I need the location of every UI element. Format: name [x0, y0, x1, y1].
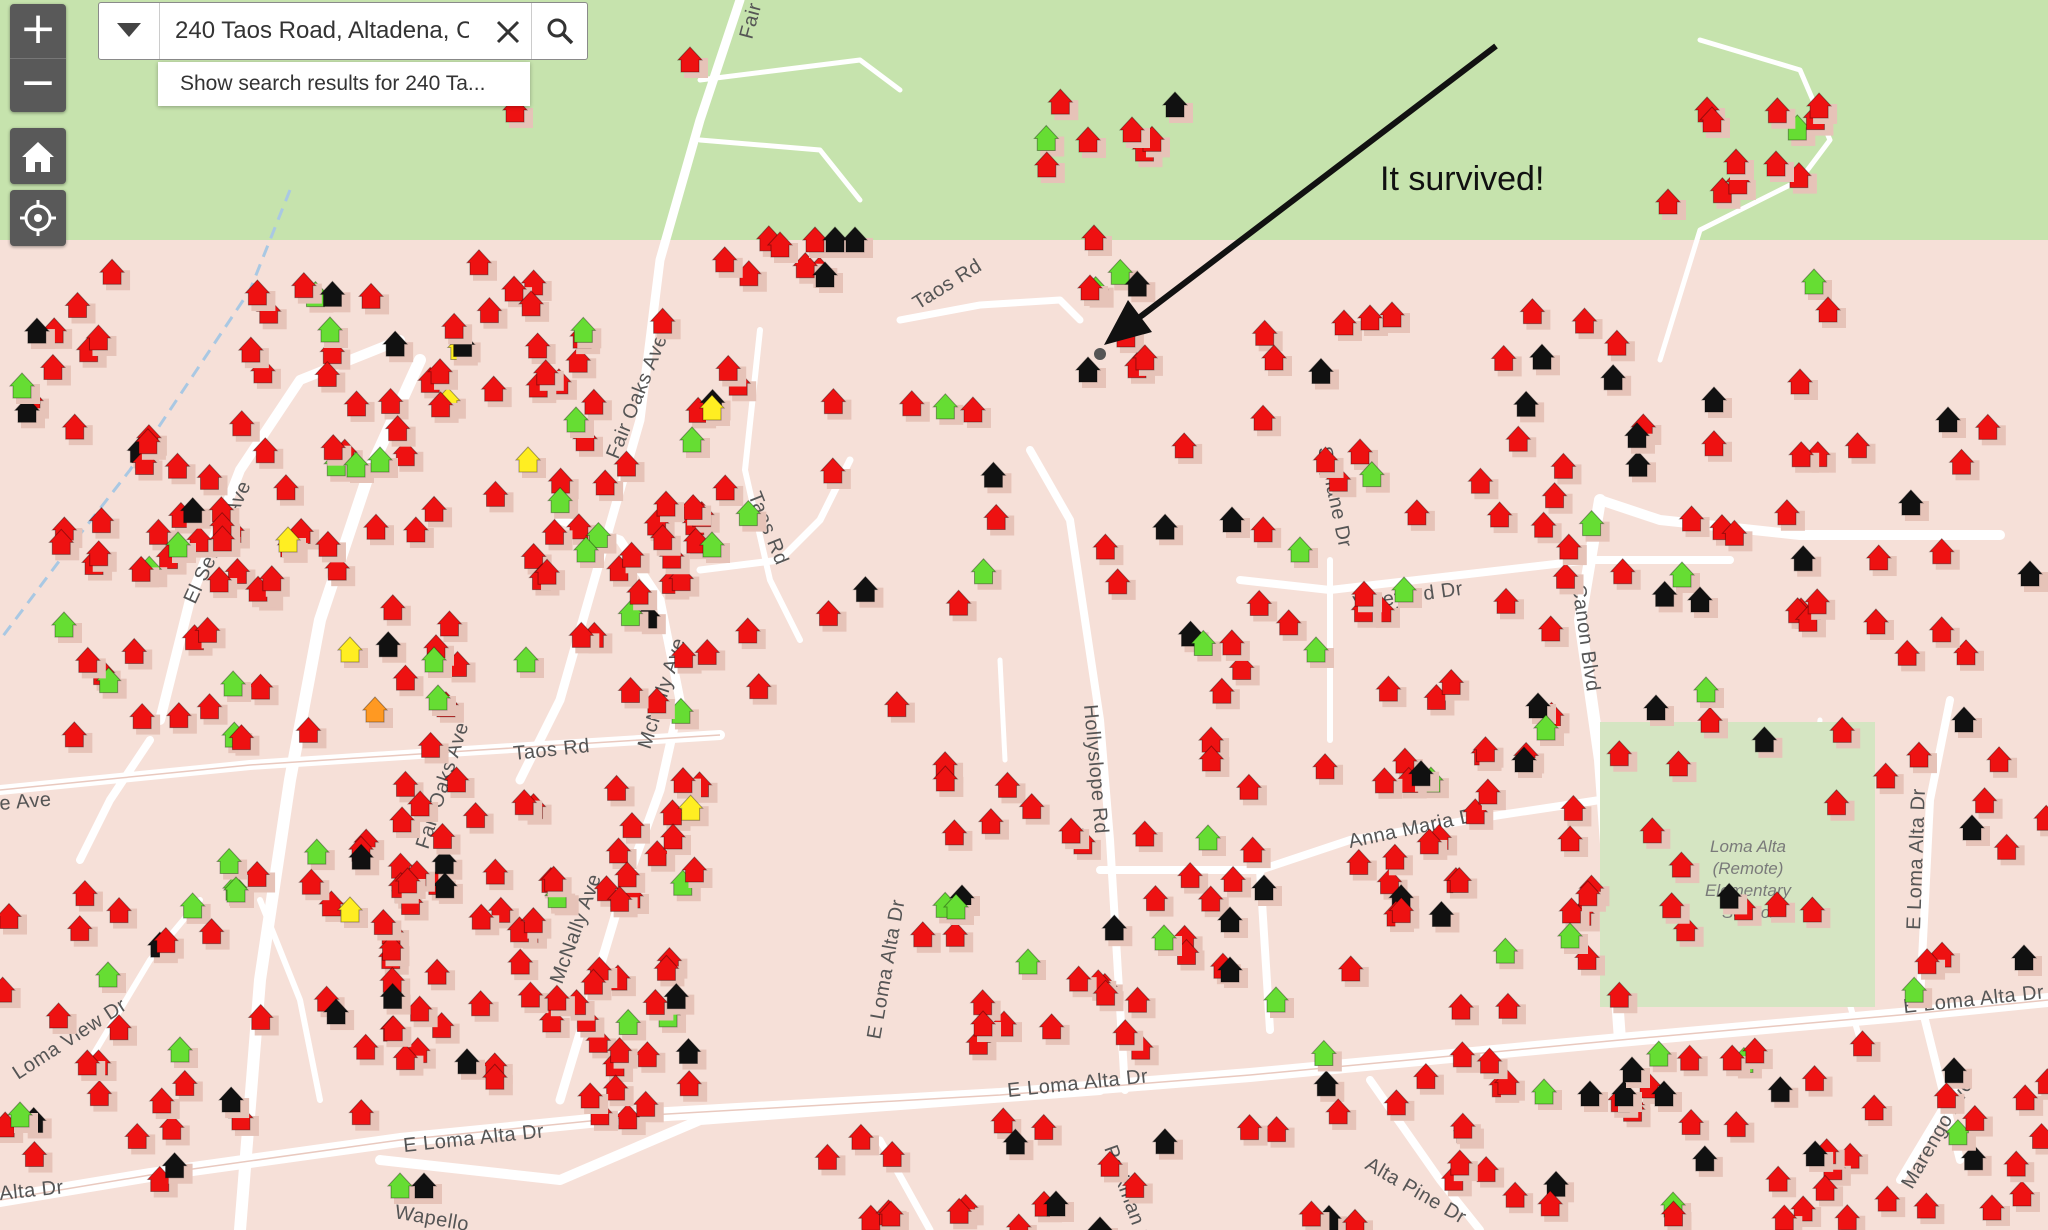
search-suggestion[interactable]: Show search results for 240 Ta... — [158, 62, 530, 106]
search-button[interactable] — [531, 3, 588, 59]
caret-down-icon — [117, 23, 141, 37]
annotation-text: It survived! — [1380, 160, 1544, 198]
locate-icon — [20, 200, 56, 236]
clear-search-button[interactable] — [485, 3, 529, 59]
zoom-out-button[interactable]: − — [10, 58, 66, 112]
search-widget — [98, 2, 588, 60]
annotation-layer: It survived! — [1094, 43, 1544, 360]
zoom-controls: + − — [10, 4, 66, 112]
zoom-in-button[interactable]: + — [10, 4, 66, 59]
close-icon — [496, 20, 520, 44]
home-button[interactable] — [10, 128, 66, 184]
home-icon — [22, 142, 54, 172]
locate-button[interactable] — [10, 190, 66, 246]
map-canvas[interactable]: Fair Taos Rd Fair Oaks Ave Taos Rd El Se… — [0, 0, 2048, 1230]
annotation-arrowhead — [1104, 300, 1152, 345]
search-input[interactable] — [161, 3, 471, 59]
selected-location-dot — [1094, 348, 1106, 360]
search-source-dropdown[interactable] — [99, 3, 160, 59]
search-icon — [547, 18, 574, 45]
